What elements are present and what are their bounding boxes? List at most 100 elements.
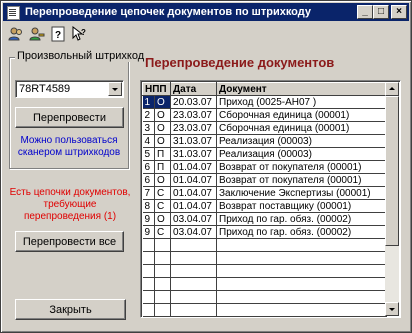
close-window-button[interactable]: × [391, 5, 407, 19]
cell-date: 03.04.07 [170, 225, 218, 239]
empty-table-row[interactable] [142, 238, 388, 252]
maximize-button[interactable]: □ [373, 5, 389, 19]
empty-cell [170, 238, 218, 252]
scroll-down-arrow-icon[interactable] [385, 302, 399, 316]
cell-npp: 6 [142, 173, 155, 187]
cell-status: П [154, 160, 172, 174]
cell-status: О [154, 121, 172, 135]
table-row[interactable]: 9 О 03.04.07 Приход по гар. обяз. (00002) [142, 212, 388, 226]
pointer-help-icon[interactable]: ? [70, 25, 88, 43]
cell-document: Сборочная единица (00001) [216, 121, 388, 135]
chevron-down-icon[interactable] [108, 82, 122, 96]
barcode-value: 78RT4589 [19, 83, 71, 95]
page-title: Перепроведение документов [145, 55, 335, 70]
column-header-npp[interactable]: НПП [141, 82, 172, 96]
cell-status: О [154, 212, 172, 226]
minimize-button[interactable]: _ [357, 5, 373, 19]
toolbar: ? ? [7, 25, 88, 45]
table-body: 1 О 20.03.07 Приход (0025-АН07 ) 2 О 23.03.07 С… [142, 95, 388, 317]
empty-cell [170, 251, 218, 265]
cell-npp: 8 [142, 199, 155, 213]
empty-cell [154, 251, 172, 265]
main-window: Перепроведение цепочек документов по штр… [0, 0, 412, 333]
vertical-scrollbar[interactable] [385, 82, 399, 316]
cell-document: Реализация (00003) [216, 134, 388, 148]
scroll-up-arrow-icon[interactable] [385, 82, 399, 96]
cell-date: 23.03.07 [170, 121, 218, 135]
barcode-combobox[interactable]: 78RT4589 [15, 80, 124, 98]
table-row[interactable]: 6 О 01.04.07 Возврат от покупателя (00001) [142, 173, 388, 187]
cell-date: 23.03.07 [170, 108, 218, 122]
empty-cell [216, 277, 388, 291]
empty-table-row[interactable] [142, 290, 388, 304]
column-header-date[interactable]: Дата [170, 82, 218, 96]
chains-warning: Есть цепочки документов, требующие переп… [9, 187, 131, 222]
cell-date: 01.04.07 [170, 160, 218, 174]
empty-table-row[interactable] [142, 251, 388, 265]
documents-table: НПП Дата Документ 1 О 20.03.07 Приход (0025… [141, 82, 388, 317]
repost-all-button-label: Перепровести все [22, 235, 117, 248]
window-controls: _ □ × [357, 5, 407, 19]
empty-cell [142, 290, 155, 304]
empty-table-row[interactable] [142, 264, 388, 278]
table-row[interactable]: 2 О 23.03.07 Сборочная единица (00001) [142, 108, 388, 122]
cell-npp: 3 [142, 121, 155, 135]
cell-npp: 2 [142, 108, 155, 122]
empty-cell [216, 264, 388, 278]
document-app-icon [5, 5, 21, 20]
cell-npp: 5 [142, 147, 155, 161]
close-button[interactable]: Закрыть [15, 299, 126, 320]
empty-cell [154, 303, 172, 317]
cell-date: 31.03.07 [170, 147, 218, 161]
table-row[interactable]: 7 С 01.04.07 Заключение Экспертизы (00001) [142, 186, 388, 200]
table-row[interactable]: 4 О 31.03.07 Реализация (00003) [142, 134, 388, 148]
cell-date: 20.03.07 [170, 95, 218, 109]
table-row[interactable]: 5 П 31.03.07 Реализация (00003) [142, 147, 388, 161]
empty-cell [142, 251, 155, 265]
table-row[interactable]: 8 С 01.04.07 Возврат поставщику (00001) [142, 199, 388, 213]
help-icon[interactable]: ? [49, 25, 67, 43]
repost-button[interactable]: Перепровести [15, 107, 124, 128]
title-bar[interactable]: Перепроведение цепочек документов по штр… [3, 3, 409, 21]
cell-document: Возврат поставщику (00001) [216, 199, 388, 213]
repost-all-button[interactable]: Перепровести все [15, 231, 124, 252]
empty-cell [216, 290, 388, 304]
table-row[interactable]: 9 С 03.04.07 Приход по гар. обяз. (00002) [142, 225, 388, 239]
table-row[interactable]: 3 О 23.03.07 Сборочная единица (00001) [142, 121, 388, 135]
empty-cell [142, 303, 155, 317]
scroll-thumb[interactable] [385, 96, 399, 246]
empty-cell [142, 277, 155, 291]
cell-status: С [154, 225, 172, 239]
users-icon[interactable] [7, 25, 25, 43]
cell-date: 01.04.07 [170, 186, 218, 200]
table-row[interactable]: 1 О 20.03.07 Приход (0025-АН07 ) [142, 95, 388, 109]
empty-cell [216, 238, 388, 252]
empty-table-row[interactable] [142, 277, 388, 291]
table-row[interactable]: 6 П 01.04.07 Возврат от покупателя (00001) [142, 160, 388, 174]
cell-npp: 6 [142, 160, 155, 174]
cell-status: П [154, 147, 172, 161]
cell-document: Приход по гар. обяз. (00002) [216, 225, 388, 239]
cell-status: О [154, 95, 172, 109]
barcode-group-label: Произвольный штрихкод [15, 50, 147, 62]
close-button-label: Закрыть [49, 303, 92, 316]
empty-cell [154, 264, 172, 278]
cell-status: О [154, 173, 172, 187]
cell-document: Реализация (00003) [216, 147, 388, 161]
cell-npp: 9 [142, 225, 155, 239]
cell-document: Приход (0025-АН07 ) [216, 95, 388, 109]
documents-grid[interactable]: НПП Дата Документ 1 О 20.03.07 Приход (0025… [140, 80, 401, 318]
window-title: Перепроведение цепочек документов по штр… [25, 6, 311, 18]
cell-date: 31.03.07 [170, 134, 218, 148]
cell-document: Заключение Экспертизы (00001) [216, 186, 388, 200]
empty-cell [170, 277, 218, 291]
empty-table-row[interactable] [142, 303, 388, 317]
cell-status: О [154, 134, 172, 148]
empty-cell [170, 264, 218, 278]
cell-npp: 9 [142, 212, 155, 226]
cell-npp: 1 [142, 95, 155, 109]
scanner-hint: Можно пользоваться сканером штрихкодов [17, 135, 121, 158]
cell-status: С [154, 186, 172, 200]
column-header-document[interactable]: Документ [216, 82, 388, 96]
user-key-icon[interactable] [28, 25, 46, 43]
